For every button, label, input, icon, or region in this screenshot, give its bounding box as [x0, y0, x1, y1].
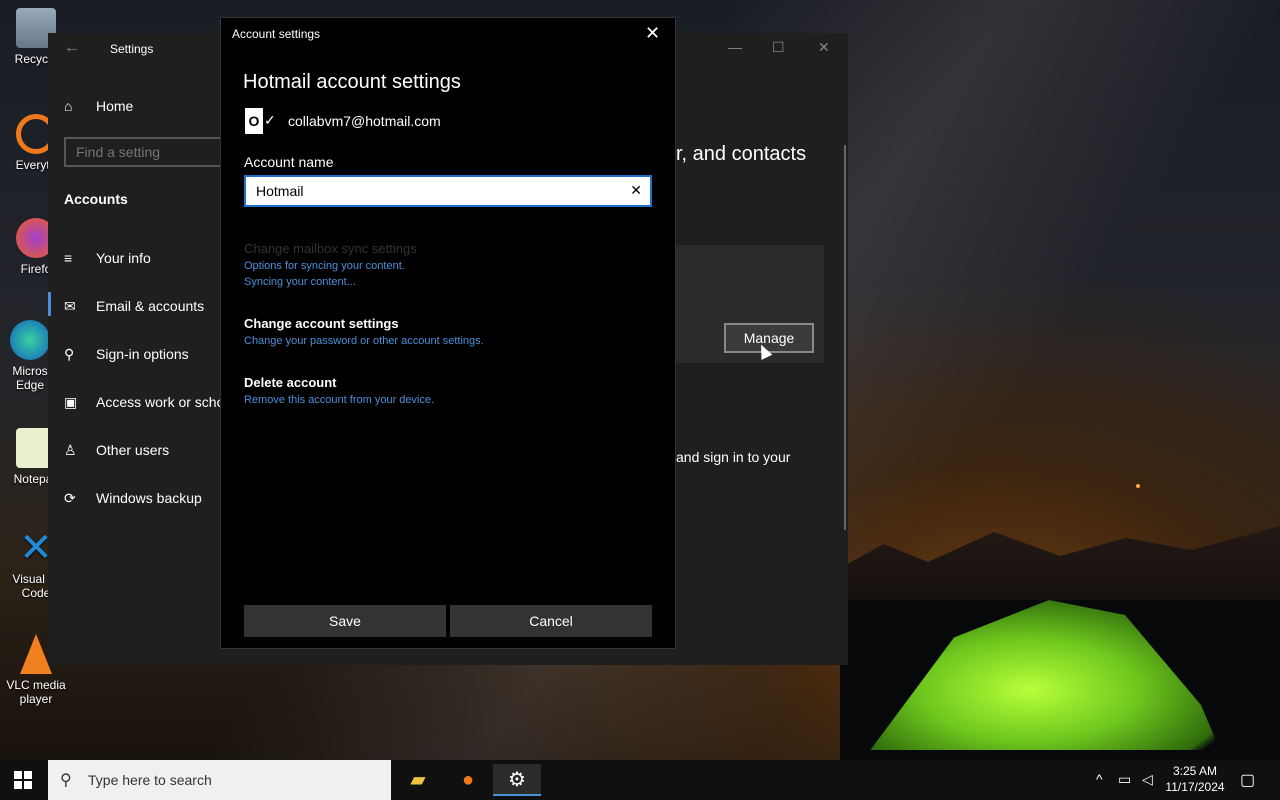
change-account-link[interactable]: Change your password or other account se…	[244, 335, 484, 347]
scrollbar[interactable]	[844, 145, 846, 530]
change-account-settings[interactable]: Change account settings	[244, 316, 399, 331]
notification-icon[interactable]: ▢	[1240, 770, 1255, 790]
cancel-button[interactable]: Cancel	[450, 605, 652, 637]
nav-your-info[interactable]: ≡ Your info	[64, 250, 151, 266]
dialog-heading: Hotmail account settings	[243, 71, 461, 93]
sync-status: Syncing your content...	[244, 276, 356, 288]
search-icon: ⚲	[60, 772, 72, 789]
volume-icon[interactable]: ◁	[1142, 771, 1153, 788]
section-title: Accounts	[64, 191, 128, 207]
dialog-close-icon[interactable]: ✕	[645, 23, 660, 44]
nav-home[interactable]: ⌂ Home	[64, 98, 133, 114]
clock-date: 11/17/2024	[1165, 780, 1225, 794]
nav-access-work[interactable]: ▣ Access work or scho	[64, 394, 224, 411]
chevron-up-icon[interactable]: ^	[1096, 771, 1103, 787]
clock[interactable]: 3:25 AM 11/17/2024	[1160, 763, 1230, 795]
person-card-icon: ≡	[64, 250, 73, 266]
person-add-icon: ♙	[64, 442, 77, 458]
settings-title: Settings	[110, 42, 154, 56]
account-name-label: Account name	[244, 154, 334, 170]
sync-settings-title: Change mailbox sync settings	[244, 241, 417, 256]
account-name-input[interactable]	[254, 177, 618, 205]
back-arrow-icon[interactable]: ←	[64, 39, 80, 57]
taskbar: ⚲ Type here to search ▰ ● ⚙ ^ ▭ ◁ 3:25 A…	[0, 760, 1280, 800]
close-icon[interactable]: ✕	[818, 39, 830, 56]
dialog-title: Account settings	[232, 27, 321, 41]
network-icon[interactable]: ▭	[1118, 771, 1131, 788]
delete-account-link[interactable]: Remove this account from your device.	[244, 394, 434, 406]
briefcase-icon: ▣	[64, 394, 78, 410]
account-name-field[interactable]: ✕	[244, 175, 652, 207]
clock-time: 3:25 AM	[1172, 764, 1218, 778]
mail-icon: ✉	[64, 298, 76, 314]
outlook-icon: O ✓	[245, 106, 277, 136]
right-heading: r, and contacts	[676, 143, 807, 165]
search-placeholder: Type here to search	[88, 772, 212, 788]
account-settings-dialog: Account settings ✕ Hotmail account setti…	[220, 17, 676, 649]
key-icon: ⚲	[64, 346, 75, 362]
firefox-taskbar-icon[interactable]: ●	[444, 764, 492, 796]
settings-gear-icon[interactable]: ⚙	[493, 764, 541, 796]
find-setting-input[interactable]	[64, 137, 224, 167]
home-icon: ⌂	[64, 98, 73, 114]
account-email: collabvm7@hotmail.com	[288, 113, 441, 129]
wallpaper-light	[1136, 484, 1140, 488]
taskbar-search[interactable]: ⚲ Type here to search	[48, 760, 391, 800]
delete-account[interactable]: Delete account	[244, 375, 336, 390]
edge-icon	[10, 320, 50, 360]
nav-selection-indicator	[48, 292, 51, 316]
nav-email-accounts[interactable]: ✉ Email & accounts	[64, 298, 204, 315]
sync-settings-desc: Options for syncing your content.	[244, 260, 405, 272]
file-explorer-icon[interactable]: ▰	[394, 764, 442, 796]
nav-other-users[interactable]: ♙ Other users	[64, 442, 169, 459]
windows-start-icon[interactable]	[14, 771, 32, 789]
minimize-icon[interactable]: —	[728, 39, 742, 55]
nav-sign-in-options[interactable]: ⚲ Sign-in options	[64, 346, 189, 363]
right-text: and sign in to your	[676, 449, 791, 465]
clear-icon[interactable]: ✕	[630, 182, 642, 199]
save-button[interactable]: Save	[244, 605, 446, 637]
maximize-icon[interactable]: ☐	[772, 39, 785, 56]
sync-icon: ⟳	[64, 490, 76, 506]
nav-windows-backup[interactable]: ⟳ Windows backup	[64, 490, 202, 507]
